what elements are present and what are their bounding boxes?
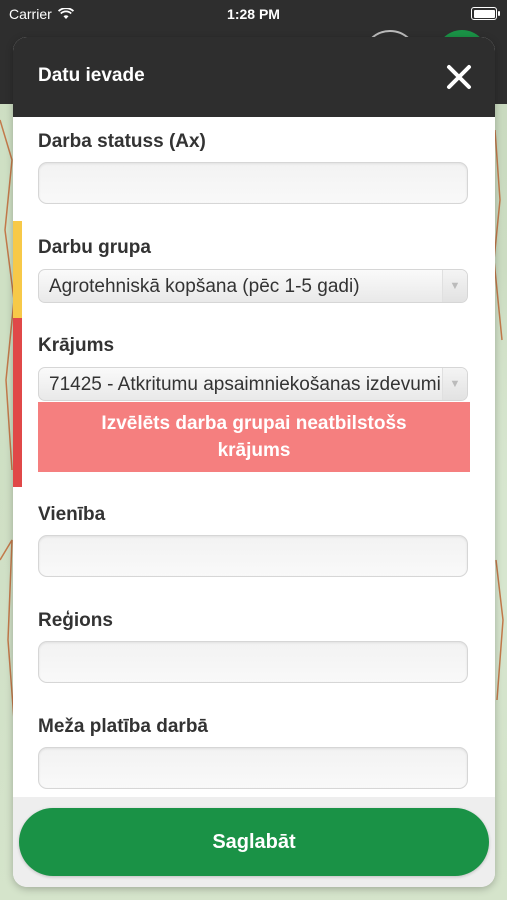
krajums-error-text: Izvēlēts darba grupai neatbilstošs krāju… <box>101 413 407 461</box>
krajums-marker <box>13 318 22 487</box>
battery-icon <box>471 7 500 20</box>
darba-statuss-input[interactable] <box>38 162 468 204</box>
modal-header: Datu ievade <box>13 37 495 117</box>
clock: 1:28 PM <box>227 6 280 22</box>
krajums-label: Krājums <box>38 335 115 356</box>
darbu-grupa-select[interactable]: Agrotehniskā kopšana (pēc 1-5 gadi) ▼ <box>38 269 468 303</box>
chevron-down-icon: ▼ <box>442 270 467 302</box>
status-bar: Carrier 1:28 PM <box>0 0 507 28</box>
darbu-grupa-label: Darbu grupa <box>38 237 151 258</box>
vieniba-label: Vienība <box>38 504 106 525</box>
krajums-error-message: Izvēlēts darba grupai neatbilstošs krāju… <box>38 402 470 472</box>
chevron-down-icon: ▼ <box>442 368 467 400</box>
regions-input[interactable] <box>38 641 468 683</box>
darbu-grupa-marker <box>13 221 22 318</box>
save-button[interactable]: Saglabāt <box>19 808 489 876</box>
modal-footer: Saglabāt <box>13 797 495 887</box>
close-icon[interactable] <box>445 63 473 91</box>
data-entry-modal: Datu ievade Darba statuss (Ax) Darbu gru… <box>13 37 495 887</box>
meza-platiba-input[interactable] <box>38 747 468 789</box>
vieniba-input[interactable] <box>38 535 468 577</box>
form-body: Darba statuss (Ax) Darbu grupa Agrotehni… <box>13 117 495 797</box>
meza-platiba-label: Meža platība darbā <box>38 716 208 737</box>
regions-label: Reģions <box>38 610 113 631</box>
krajums-value: 71425 - Atkritumu apsaimniekošanas izdev… <box>49 374 441 395</box>
darbu-grupa-value: Agrotehniskā kopšana (pēc 1-5 gadi) <box>49 276 360 297</box>
modal-title: Datu ievade <box>38 65 145 86</box>
krajums-select[interactable]: 71425 - Atkritumu apsaimniekošanas izdev… <box>38 367 468 401</box>
darba-statuss-label: Darba statuss (Ax) <box>38 131 206 152</box>
